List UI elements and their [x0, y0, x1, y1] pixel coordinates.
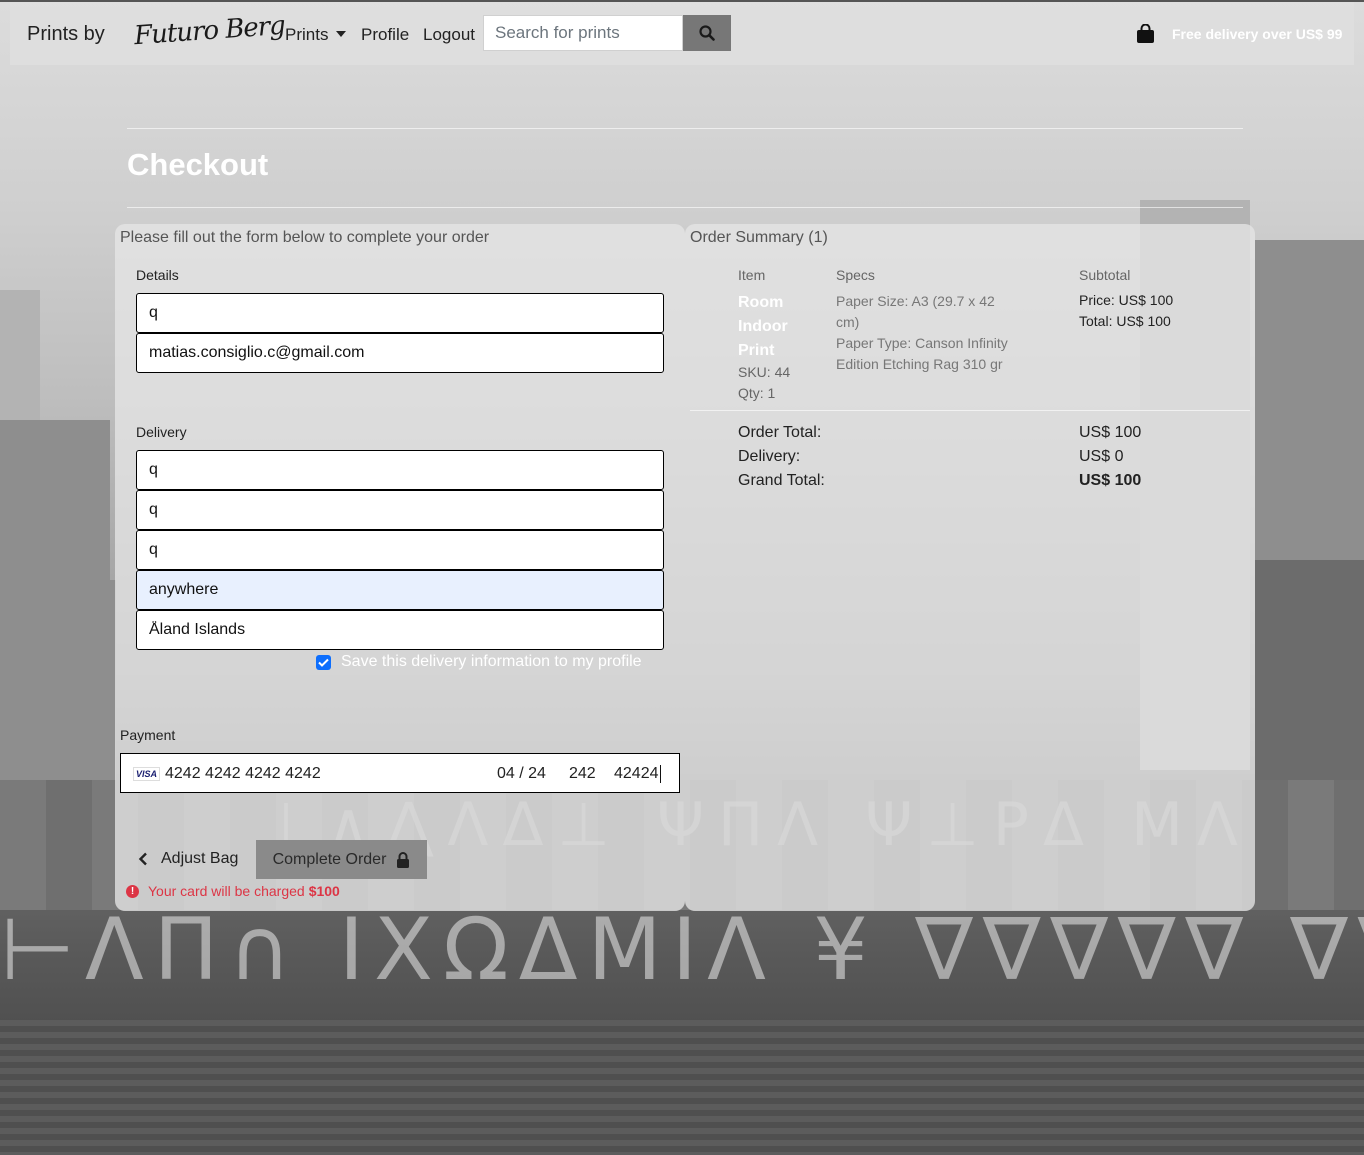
exclamation-circle-icon: ! [126, 884, 139, 898]
item-name[interactable]: Room Indoor Print [738, 291, 818, 363]
adjust-bag-label: Adjust Bag [161, 850, 239, 867]
order-summary-heading: Order Summary (1) [690, 229, 828, 246]
item-qty: Qty: 1 [738, 385, 776, 401]
order-total-value: US$ 100 [1079, 424, 1142, 441]
card-element[interactable]: VISA 4242 4242 4242 4242 04 / 24 242 424… [120, 753, 680, 793]
form-intro: Please fill out the form below to comple… [120, 229, 490, 246]
delivery-cost-label: Delivery: [738, 448, 801, 465]
delivery-cost-value: US$ 0 [1079, 448, 1124, 465]
brand-logo[interactable]: Futuro Berg [133, 11, 286, 51]
summary-divider [690, 410, 1250, 411]
nav-prints-label: Prints [285, 25, 329, 44]
header-divider-top [127, 128, 1243, 129]
full-name-field[interactable] [136, 293, 664, 333]
brand-text[interactable]: Prints by [27, 23, 105, 46]
item-price: Price: US$ 100 [1079, 292, 1174, 308]
complete-order-label: Complete Order [272, 850, 387, 868]
complete-order-button[interactable]: Complete Order [256, 840, 427, 879]
adjust-bag-link[interactable]: Adjust Bag [138, 850, 238, 868]
item-paper-type: Paper Type: Canson Infinity Edition Etch… [836, 335, 1008, 372]
search-button[interactable] [683, 15, 731, 51]
search-icon [699, 25, 715, 41]
grand-total-label: Grand Total: [738, 472, 825, 489]
card-expiry-field[interactable]: 04 / 24 [497, 765, 546, 783]
order-total-label: Order Total: [738, 424, 822, 441]
country-field[interactable] [136, 610, 664, 650]
nav-profile-link[interactable]: Profile [361, 25, 409, 45]
town-city-field[interactable] [136, 570, 664, 610]
header-divider-bottom [127, 207, 1243, 208]
nav-prints-dropdown[interactable]: Prints [285, 25, 347, 45]
chevron-left-icon [138, 852, 147, 866]
charge-amount: $100 [308, 883, 340, 899]
lock-icon [397, 851, 410, 868]
column-specs-header: Specs [836, 267, 875, 283]
search-input[interactable] [483, 15, 683, 51]
card-zip-field[interactable]: 42424 [614, 765, 661, 783]
shopping-bag-icon[interactable] [1136, 24, 1155, 44]
card-cvc-field[interactable]: 242 [569, 765, 596, 783]
charge-warning: ! Your card will be charged $100 [126, 883, 340, 899]
email-field[interactable] [136, 333, 664, 373]
checkmark-icon [318, 658, 329, 667]
item-paper-size: Paper Size: A3 (29.7 x 42 cm) [836, 293, 995, 330]
card-number-field[interactable]: 4242 4242 4242 4242 [165, 765, 321, 783]
free-delivery-banner: Free delivery over US$ 99 [1172, 26, 1343, 42]
chevron-down-icon [336, 30, 347, 37]
page-title: Checkout [127, 147, 269, 182]
save-info-checkbox[interactable] [316, 654, 331, 670]
top-navbar: Prints by Futuro Berg Prints Profile Log… [10, 2, 1354, 65]
street-address-2-field[interactable] [136, 530, 664, 570]
payment-label: Payment [120, 727, 176, 743]
phone-number-field[interactable] [136, 450, 664, 490]
item-total: Total: US$ 100 [1079, 313, 1171, 329]
grand-total-value: US$ 100 [1079, 472, 1142, 489]
visa-icon: VISA [133, 767, 161, 781]
nav-logout-link[interactable]: Logout [423, 25, 475, 45]
delivery-label: Delivery [136, 424, 187, 440]
details-label: Details [136, 267, 179, 283]
save-info-row: Save this delivery information to my pro… [316, 653, 642, 671]
item-specs: Paper Size: A3 (29.7 x 42 cm) Paper Type… [836, 291, 1016, 375]
column-subtotal-header: Subtotal [1079, 267, 1131, 283]
save-info-label[interactable]: Save this delivery information to my pro… [341, 653, 642, 671]
column-item-header: Item [738, 267, 766, 283]
street-address-1-field[interactable] [136, 490, 664, 530]
item-sku: SKU: 44 [738, 364, 791, 380]
charge-text: Your card will be charged [148, 883, 305, 899]
